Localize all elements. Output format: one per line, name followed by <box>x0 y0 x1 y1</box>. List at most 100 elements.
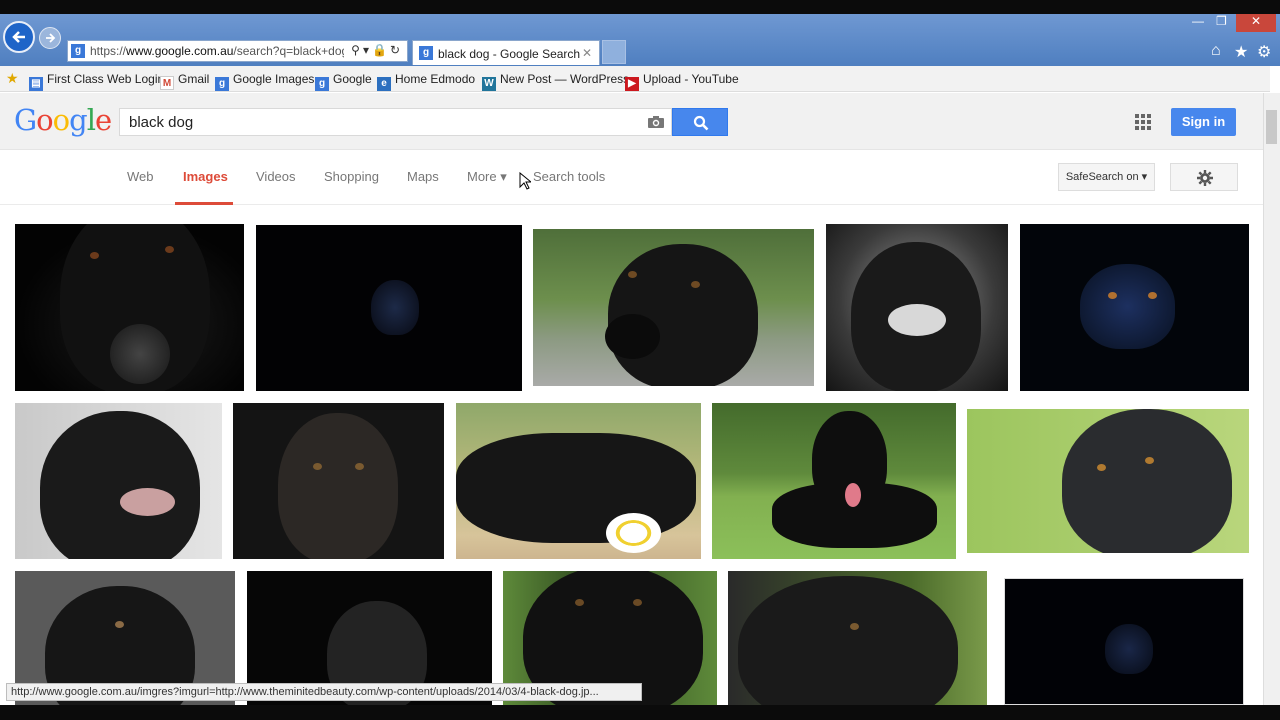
dog-tongue <box>845 483 861 507</box>
favorite-label: Home Edmodo <box>395 72 476 86</box>
daisy-flower <box>606 513 661 553</box>
url-prefix: https:// <box>90 44 127 58</box>
favorite-item[interactable]: W New Post — WordPress <box>482 72 629 91</box>
url-rest: /search?q=black+dog& <box>233 44 344 58</box>
edmodo-icon: e <box>377 77 391 91</box>
vertical-scrollbar[interactable] <box>1263 93 1280 705</box>
favorite-label: Google Images <box>233 72 315 86</box>
favorite-label: Gmail <box>178 72 210 86</box>
add-favorite-star-icon[interactable]: ★ <box>6 70 19 87</box>
safesearch-dropdown[interactable]: SafeSearch on ▾ <box>1058 163 1155 191</box>
tab-shopping[interactable]: Shopping <box>324 169 379 184</box>
settings-gear-icon[interactable]: ⚙ <box>1257 42 1271 62</box>
dog-eye <box>1108 292 1117 299</box>
active-tab-indicator <box>175 202 233 205</box>
search-icon[interactable]: ⚲ <box>351 43 363 57</box>
gmail-icon: M <box>160 76 174 90</box>
browser-tab[interactable]: g black dog - Google Search ✕ <box>412 40 600 65</box>
image-result[interactable] <box>256 225 522 391</box>
dog-head-shape <box>1080 264 1175 349</box>
image-result[interactable] <box>826 224 1008 391</box>
search-input[interactable] <box>129 114 629 131</box>
close-window-icon[interactable]: ✕ <box>1236 14 1276 32</box>
tab-videos[interactable]: Videos <box>256 169 296 184</box>
tab-maps[interactable]: Maps <box>407 169 439 184</box>
sign-in-button[interactable]: Sign in <box>1171 108 1236 136</box>
image-result[interactable] <box>712 403 956 559</box>
camera-icon[interactable] <box>647 115 665 129</box>
dog-head-shape <box>278 413 398 559</box>
logo-letter: l <box>86 103 96 137</box>
search-nav: Web Images Videos Shopping Maps More ▾ S… <box>0 151 1263 205</box>
favorite-item[interactable]: e Home Edmodo <box>377 72 475 91</box>
google-favicon-icon: g <box>419 46 433 60</box>
favorites-star-icon[interactable]: ★ <box>1234 42 1248 62</box>
dog-eye <box>90 252 99 259</box>
search-box[interactable] <box>119 108 672 136</box>
restore-icon[interactable]: ❐ <box>1216 14 1227 28</box>
dog-eye <box>633 599 642 606</box>
status-bar-url: http://www.google.com.au/imgres?imgurl=h… <box>6 683 642 701</box>
favorite-label: New Post — WordPress <box>500 72 630 86</box>
logo-letter: o <box>36 103 53 137</box>
mouse-cursor-icon <box>519 172 531 190</box>
favorite-item[interactable]: g Google Images <box>215 72 314 91</box>
dog-head-shape <box>1062 409 1232 553</box>
home-icon[interactable]: ⌂ <box>1211 42 1221 60</box>
forward-arrow-icon <box>46 33 56 43</box>
refresh-icon[interactable]: ↻ <box>390 43 403 57</box>
google-icon: g <box>315 77 329 91</box>
favorite-item[interactable]: g Google <box>315 72 372 91</box>
search-button[interactable] <box>672 108 728 136</box>
gear-icon <box>1197 170 1213 186</box>
apps-grid-icon[interactable] <box>1135 114 1151 130</box>
scrollbar-thumb[interactable] <box>1266 110 1277 144</box>
image-result[interactable] <box>728 571 987 705</box>
back-button[interactable] <box>3 21 35 53</box>
tab-more[interactable]: More ▾ <box>467 169 507 185</box>
favorite-label: First Class Web Login <box>47 72 165 86</box>
tab-images[interactable]: Images <box>183 169 228 184</box>
address-bar[interactable]: g https://www.google.com.au/search?q=bla… <box>67 40 408 62</box>
search-tools-button[interactable]: Search tools <box>533 169 605 184</box>
address-url: https://www.google.com.au/search?q=black… <box>90 44 344 58</box>
tab-title: black dog - Google Search <box>438 47 581 61</box>
lock-icon: 🔒 <box>371 43 390 57</box>
logo-letter: o <box>52 103 70 137</box>
favorite-item[interactable]: ▶ Upload - YouTube <box>625 72 739 91</box>
dog-muzzle <box>605 314 660 359</box>
favorite-item[interactable]: M Gmail <box>160 72 209 90</box>
google-logo[interactable]: Google <box>14 103 112 137</box>
close-tab-icon[interactable]: ✕ <box>582 46 592 60</box>
dog-eye <box>575 599 584 606</box>
image-result[interactable] <box>1020 224 1249 391</box>
url-host: www.google.com.au <box>126 44 234 58</box>
image-result[interactable] <box>533 229 814 386</box>
dog-head-shape <box>371 280 419 335</box>
settings-button[interactable] <box>1170 163 1238 191</box>
image-result[interactable] <box>1004 578 1244 705</box>
google-header: Google Sign in <box>0 93 1263 150</box>
address-tools[interactable]: ⚲▾🔒↻ <box>351 43 403 57</box>
image-result[interactable] <box>456 403 701 559</box>
dog-head-shape <box>456 433 696 543</box>
new-tab-button[interactable] <box>602 40 626 64</box>
dog-eye <box>115 621 124 628</box>
dog-eye <box>691 281 700 288</box>
google-icon: g <box>215 77 229 91</box>
favorite-item[interactable]: ▤ First Class Web Login <box>29 72 164 91</box>
image-result[interactable] <box>967 409 1249 553</box>
forward-button[interactable] <box>39 27 61 49</box>
youtube-icon: ▶ <box>625 77 639 91</box>
image-result[interactable] <box>15 224 244 391</box>
logo-letter: e <box>94 103 112 137</box>
tab-web[interactable]: Web <box>127 169 154 184</box>
dog-eye <box>1145 457 1154 464</box>
back-arrow-icon <box>12 31 25 43</box>
image-result[interactable] <box>15 403 222 559</box>
minimize-icon[interactable]: — <box>1192 14 1204 28</box>
dog-head-shape <box>1105 624 1153 674</box>
google-favicon-icon: g <box>71 44 85 58</box>
screen: g https://www.google.com.au/search?q=bla… <box>0 0 1280 720</box>
image-result[interactable] <box>233 403 444 559</box>
